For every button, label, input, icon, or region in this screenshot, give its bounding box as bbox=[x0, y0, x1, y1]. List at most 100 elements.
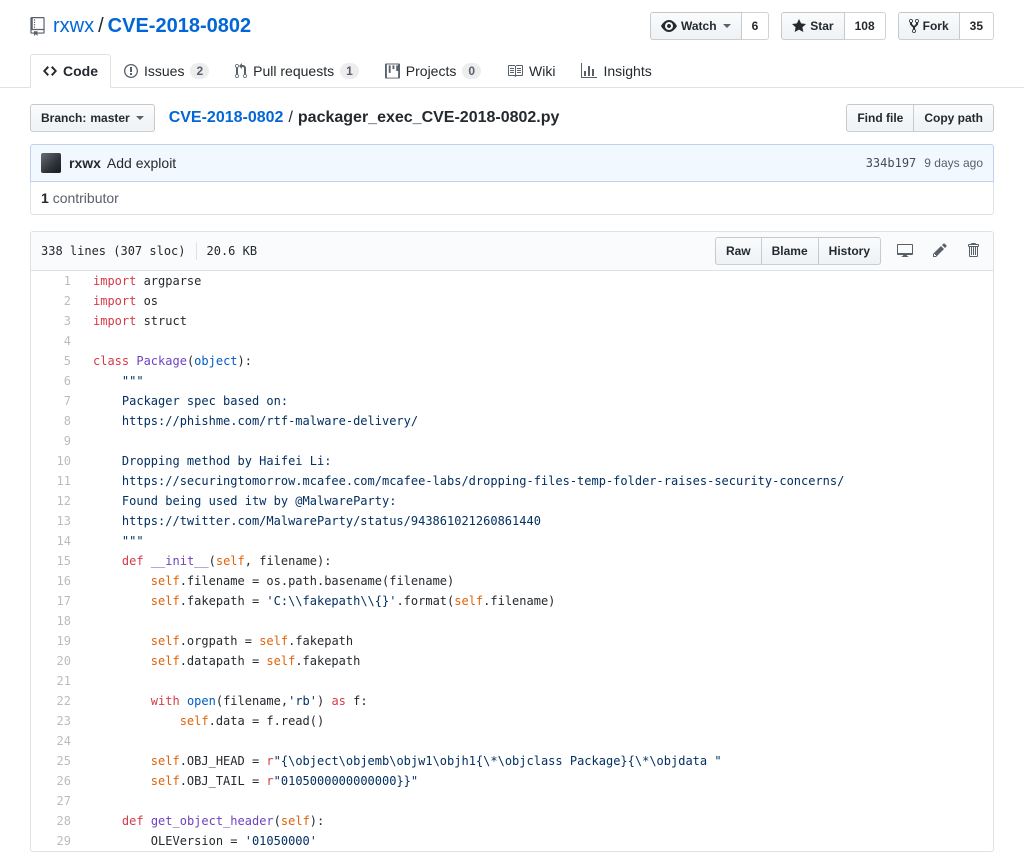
trash-icon bbox=[967, 242, 979, 261]
contributors-link[interactable]: 1 contributor bbox=[41, 190, 119, 206]
line-number[interactable]: 20 bbox=[31, 651, 81, 671]
code-line: 7 Packager spec based on: bbox=[31, 391, 993, 411]
code-line-content: import argparse bbox=[81, 271, 201, 291]
line-number[interactable]: 11 bbox=[31, 471, 81, 491]
line-number[interactable]: 13 bbox=[31, 511, 81, 531]
line-number[interactable]: 16 bbox=[31, 571, 81, 591]
branch-label: Branch: bbox=[41, 108, 86, 128]
line-number[interactable]: 27 bbox=[31, 791, 81, 811]
code-line: 3import struct bbox=[31, 311, 993, 331]
line-number[interactable]: 19 bbox=[31, 631, 81, 651]
caret-down-icon bbox=[723, 24, 731, 32]
repo-nav: Code Issues 2 Pull requests 1 P bbox=[30, 54, 994, 87]
star-count[interactable]: 108 bbox=[845, 12, 886, 40]
code-line: 9 bbox=[31, 431, 993, 451]
line-number[interactable]: 10 bbox=[31, 451, 81, 471]
breadcrumb-repo-link[interactable]: CVE-2018-0802 bbox=[169, 109, 284, 127]
code-line-content: def __init__(self, filename): bbox=[81, 551, 331, 571]
code-line: 28 def get_object_header(self): bbox=[31, 811, 993, 831]
code-line-content: self.filename = os.path.basename(filenam… bbox=[81, 571, 454, 591]
code-line: 19 self.orgpath = self.fakepath bbox=[31, 631, 993, 651]
commit-author-link[interactable]: rxwx bbox=[69, 155, 101, 171]
line-number[interactable]: 3 bbox=[31, 311, 81, 331]
repo-path-divider: / bbox=[98, 15, 104, 38]
line-number[interactable]: 7 bbox=[31, 391, 81, 411]
blame-button[interactable]: Blame bbox=[761, 237, 819, 265]
code-line: 5class Package(object): bbox=[31, 351, 993, 371]
code-line-content bbox=[81, 431, 93, 451]
breadcrumb: CVE-2018-0802 / packager_exec_CVE-2018-0… bbox=[169, 109, 847, 127]
line-number[interactable]: 18 bbox=[31, 611, 81, 631]
code-line: 22 with open(filename,'rb') as f: bbox=[31, 691, 993, 711]
line-number[interactable]: 4 bbox=[31, 331, 81, 351]
tab-code-label: Code bbox=[63, 63, 98, 79]
branch-name: master bbox=[90, 108, 129, 128]
repo-owner-link[interactable]: rxwx bbox=[53, 15, 94, 38]
fork-button-label: Fork bbox=[923, 16, 949, 36]
tab-wiki[interactable]: Wiki bbox=[494, 54, 568, 88]
line-number[interactable]: 17 bbox=[31, 591, 81, 611]
tab-code[interactable]: Code bbox=[30, 54, 111, 88]
find-file-button[interactable]: Find file bbox=[846, 104, 914, 132]
pull-requests-counter: 1 bbox=[340, 63, 359, 79]
line-number[interactable]: 23 bbox=[31, 711, 81, 731]
line-number[interactable]: 14 bbox=[31, 531, 81, 551]
line-number[interactable]: 15 bbox=[31, 551, 81, 571]
commit-sha-link[interactable]: 334b197 bbox=[866, 156, 917, 170]
code-line: 2import os bbox=[31, 291, 993, 311]
code-line: 6 """ bbox=[31, 371, 993, 391]
watch-count[interactable]: 6 bbox=[742, 12, 770, 40]
code-line: 21 bbox=[31, 671, 993, 691]
line-number[interactable]: 25 bbox=[31, 751, 81, 771]
delete-file-button[interactable] bbox=[963, 238, 983, 265]
repo-name-link[interactable]: CVE-2018-0802 bbox=[108, 15, 251, 38]
line-number[interactable]: 26 bbox=[31, 771, 81, 791]
eye-icon bbox=[661, 18, 677, 34]
copy-path-button[interactable]: Copy path bbox=[913, 104, 994, 132]
line-number[interactable]: 28 bbox=[31, 811, 81, 831]
code-line-content bbox=[81, 731, 93, 751]
branch-select-button[interactable]: Branch: master bbox=[30, 104, 155, 132]
code-line: 10 Dropping method by Haifei Li: bbox=[31, 451, 993, 471]
desktop-icon bbox=[897, 242, 913, 261]
edit-file-button[interactable] bbox=[929, 238, 951, 265]
breadcrumb-file-name: packager_exec_CVE-2018-0802.py bbox=[298, 109, 560, 127]
avatar[interactable] bbox=[41, 153, 61, 173]
tab-projects-label: Projects bbox=[406, 63, 457, 79]
watch-button[interactable]: Watch bbox=[650, 12, 742, 40]
line-number[interactable]: 22 bbox=[31, 691, 81, 711]
fork-count[interactable]: 35 bbox=[960, 12, 994, 40]
tab-issues[interactable]: Issues 2 bbox=[111, 54, 222, 88]
history-button[interactable]: History bbox=[818, 237, 881, 265]
raw-button[interactable]: Raw bbox=[715, 237, 762, 265]
tab-insights[interactable]: Insights bbox=[568, 54, 664, 88]
code-line-content: Dropping method by Haifei Li: bbox=[81, 451, 331, 471]
repo-title: rxwx / CVE-2018-0802 bbox=[30, 15, 251, 38]
breadcrumb-separator: / bbox=[288, 109, 292, 127]
line-number[interactable]: 8 bbox=[31, 411, 81, 431]
line-number[interactable]: 29 bbox=[31, 831, 81, 851]
tab-projects[interactable]: Projects 0 bbox=[372, 54, 494, 88]
line-number[interactable]: 1 bbox=[31, 271, 81, 291]
file-actions: Raw Blame History bbox=[715, 237, 983, 265]
line-number[interactable]: 2 bbox=[31, 291, 81, 311]
code-line: 4 bbox=[31, 331, 993, 351]
fork-button[interactable]: Fork bbox=[898, 12, 960, 40]
line-number[interactable]: 24 bbox=[31, 731, 81, 751]
open-in-desktop-button[interactable] bbox=[893, 238, 917, 265]
pull-request-icon bbox=[235, 63, 247, 79]
commit-message-link[interactable]: Add exploit bbox=[107, 155, 176, 171]
line-number[interactable]: 12 bbox=[31, 491, 81, 511]
line-number[interactable]: 21 bbox=[31, 671, 81, 691]
code-line: 20 self.datapath = self.fakepath bbox=[31, 651, 993, 671]
code-line-content: self.orgpath = self.fakepath bbox=[81, 631, 353, 651]
pencil-icon bbox=[933, 242, 947, 261]
star-button[interactable]: Star bbox=[781, 12, 844, 40]
main-content: Branch: master CVE-2018-0802 / packager_… bbox=[30, 104, 994, 852]
line-number[interactable]: 9 bbox=[31, 431, 81, 451]
tab-wiki-label: Wiki bbox=[529, 63, 555, 79]
line-number[interactable]: 6 bbox=[31, 371, 81, 391]
code-line-content: https://securingtomorrow.mcafee.com/mcaf… bbox=[81, 471, 844, 491]
line-number[interactable]: 5 bbox=[31, 351, 81, 371]
tab-pull-requests[interactable]: Pull requests 1 bbox=[222, 54, 372, 88]
